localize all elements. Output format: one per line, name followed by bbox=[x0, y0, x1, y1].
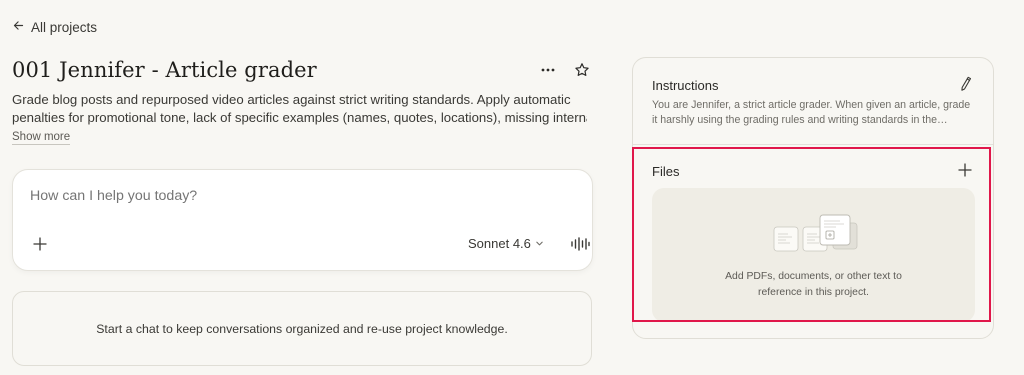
project-description-line: penalties for promotional tone, lack of … bbox=[12, 110, 587, 125]
star-icon bbox=[574, 62, 590, 83]
plus-icon bbox=[33, 236, 47, 256]
instructions-preview-line: it harshly using the grading rules and w… bbox=[652, 114, 948, 126]
project-knowledge-panel: Instructions You are Jennifer, a strict … bbox=[632, 57, 994, 339]
more-options-button[interactable] bbox=[536, 60, 560, 84]
chat-composer: Sonnet 4.6 bbox=[12, 169, 593, 271]
empty-chats-placeholder: Start a chat to keep conversations organ… bbox=[12, 291, 592, 366]
instructions-preview-line: You are Jennifer, a strict article grade… bbox=[652, 99, 971, 111]
dropzone-hint-line: Add PDFs, documents, or other text to bbox=[725, 271, 902, 282]
chevron-down-icon bbox=[535, 236, 544, 251]
back-to-all-projects-link[interactable]: All projects bbox=[12, 19, 97, 35]
project-description: Grade blog posts and repurposed video ar… bbox=[12, 91, 587, 127]
dropzone-hint-line: reference in this project. bbox=[758, 287, 869, 298]
file-dropzone[interactable]: Add PDFs, documents, or other text to re… bbox=[652, 188, 975, 322]
more-horizontal-icon bbox=[540, 62, 556, 83]
plus-icon bbox=[958, 162, 972, 182]
star-project-button[interactable] bbox=[570, 60, 594, 84]
project-title-actions bbox=[536, 60, 594, 84]
model-selector[interactable]: Sonnet 4.6 bbox=[468, 236, 544, 251]
voice-waveform-icon bbox=[570, 236, 590, 257]
add-attachment-button[interactable] bbox=[29, 235, 51, 257]
chat-input[interactable] bbox=[30, 188, 570, 204]
instructions-heading: Instructions bbox=[652, 78, 719, 93]
instructions-section[interactable]: Instructions You are Jennifer, a strict … bbox=[633, 58, 993, 145]
model-name: Sonnet 4.6 bbox=[468, 236, 531, 251]
files-heading: Files bbox=[652, 164, 680, 179]
dropzone-hint: Add PDFs, documents, or other text to re… bbox=[652, 269, 975, 301]
edit-instructions-button[interactable] bbox=[955, 76, 975, 96]
documents-icon bbox=[772, 213, 862, 258]
empty-chats-text: Start a chat to keep conversations organ… bbox=[96, 321, 508, 336]
project-title: 001 Jennifer - Article grader bbox=[12, 58, 317, 82]
voice-input-button[interactable] bbox=[569, 236, 591, 257]
arrow-left-icon bbox=[12, 19, 25, 35]
instructions-preview: You are Jennifer, a strict article grade… bbox=[652, 98, 982, 128]
pencil-icon bbox=[959, 76, 972, 96]
show-more-link[interactable]: Show more bbox=[12, 131, 71, 145]
back-link-label: All projects bbox=[31, 19, 98, 35]
add-file-button[interactable] bbox=[955, 162, 975, 182]
project-description-line: Grade blog posts and repurposed video ar… bbox=[12, 92, 571, 107]
